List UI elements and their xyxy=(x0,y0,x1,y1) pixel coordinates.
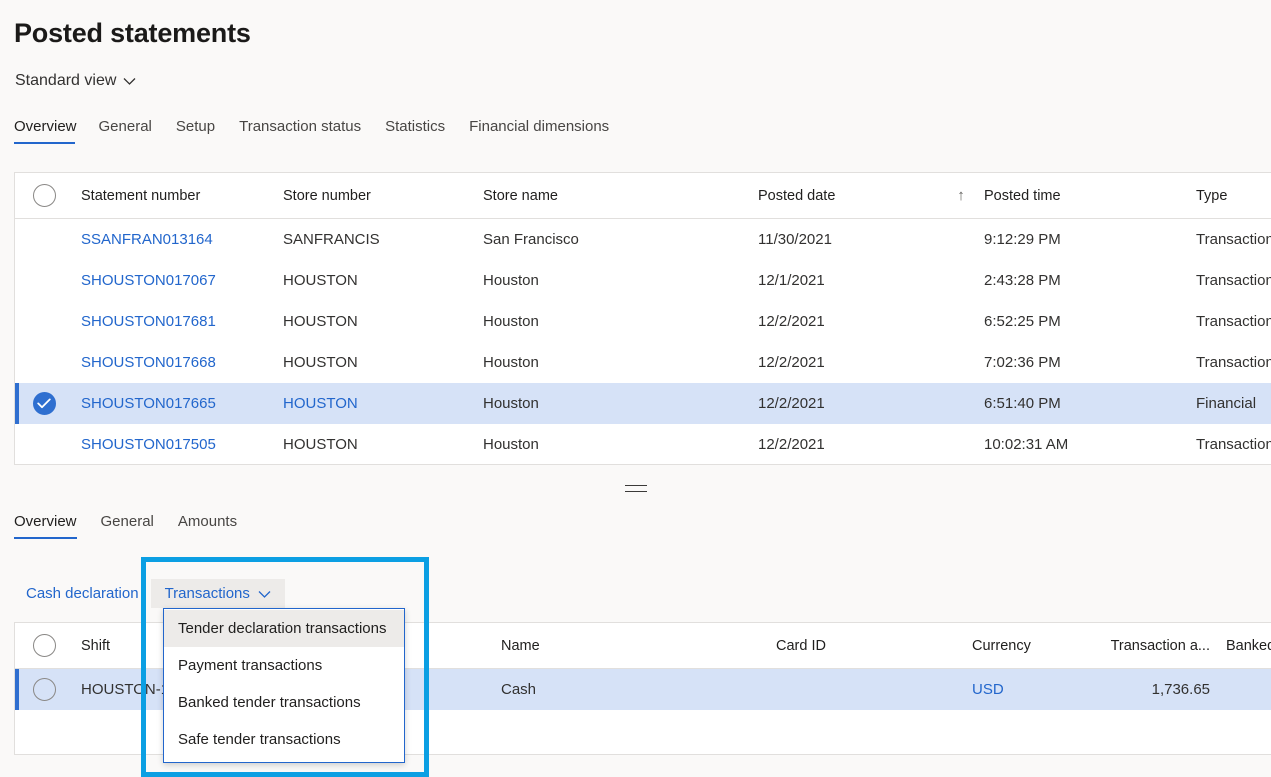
menu-item-tender-declaration-transactions[interactable]: Tender declaration transactions xyxy=(164,610,404,647)
cell-store-number: SANFRANCIS xyxy=(275,231,475,248)
page-title: Posted statements xyxy=(14,18,251,49)
column-header-type[interactable]: Type xyxy=(1188,188,1271,204)
tab-statistics[interactable]: Statistics xyxy=(385,118,469,144)
tab-financial-dimensions[interactable]: Financial dimensions xyxy=(469,118,633,144)
column-header-posted-date[interactable]: Posted date xyxy=(750,188,946,204)
column-header-name[interactable]: Name xyxy=(493,638,768,654)
bottom-tab-general[interactable]: General xyxy=(101,513,178,539)
bottom-tab-overview[interactable]: Overview xyxy=(14,513,101,539)
cell-store-name: Houston xyxy=(475,395,750,412)
tab-transaction-status[interactable]: Transaction status xyxy=(239,118,385,144)
row-select-cell[interactable] xyxy=(15,392,73,415)
column-header-statement-number[interactable]: Statement number xyxy=(73,188,275,204)
cell-statement-number[interactable]: SHOUSTON017681 xyxy=(73,313,275,330)
column-header-store-number[interactable]: Store number xyxy=(275,188,475,204)
cell-statement-number[interactable]: SSANFRAN013164 xyxy=(73,231,275,248)
cell-type: Transactional xyxy=(1188,313,1271,330)
table-row[interactable]: SHOUSTON017681 HOUSTON Houston 12/2/2021… xyxy=(15,301,1271,342)
cell-type: Transactional xyxy=(1188,354,1271,371)
view-selector-label: Standard view xyxy=(15,72,116,90)
column-header-posted-time[interactable]: Posted time xyxy=(976,188,1188,204)
cell-transaction-amount: 1,736.65 xyxy=(1062,681,1218,698)
cell-type: Transactional xyxy=(1188,272,1271,289)
cell-type: Financial xyxy=(1188,395,1271,412)
row-select-cell[interactable] xyxy=(15,678,73,701)
radio-circle-icon[interactable] xyxy=(33,678,56,701)
sort-ascending-icon[interactable]: ↑ xyxy=(946,187,976,204)
detail-command-bar: Cash declaration Transactions xyxy=(14,578,285,608)
cell-store-name: Houston xyxy=(475,354,750,371)
radio-circle-icon[interactable] xyxy=(33,184,56,207)
cell-store-number: HOUSTON xyxy=(275,354,475,371)
transactions-menu-label: Transactions xyxy=(165,585,250,602)
table-row[interactable]: SHOUSTON017668 HOUSTON Houston 12/2/2021… xyxy=(15,342,1271,383)
select-all-cell[interactable] xyxy=(15,184,73,207)
cash-declaration-button[interactable]: Cash declaration xyxy=(14,580,151,607)
view-selector[interactable]: Standard view xyxy=(15,72,136,90)
radio-circle-icon[interactable] xyxy=(33,634,56,657)
cell-store-name: San Francisco xyxy=(475,231,750,248)
cell-posted-date: 12/1/2021 xyxy=(750,272,946,289)
grid-splitter[interactable] xyxy=(0,478,1271,498)
cell-store-number: HOUSTON xyxy=(275,313,475,330)
resize-handle-icon xyxy=(625,485,647,492)
cell-statement-number[interactable]: SHOUSTON017505 xyxy=(73,436,275,453)
cell-posted-time: 10:02:31 AM xyxy=(976,436,1188,453)
cell-posted-time: 6:51:40 PM xyxy=(976,395,1188,412)
chevron-down-icon xyxy=(123,72,136,90)
cell-posted-time: 2:43:28 PM xyxy=(976,272,1188,289)
column-header-banked-amount[interactable]: Banked a xyxy=(1218,638,1271,654)
statements-grid: Statement number Store number Store name… xyxy=(14,172,1271,465)
table-row[interactable]: SHOUSTON017505 HOUSTON Houston 12/2/2021… xyxy=(15,424,1271,465)
cell-posted-date: 12/2/2021 xyxy=(750,395,946,412)
menu-item-banked-tender-transactions[interactable]: Banked tender transactions xyxy=(164,684,404,721)
cell-posted-date: 11/30/2021 xyxy=(750,231,946,248)
transactions-menu-button[interactable]: Transactions xyxy=(151,579,285,608)
select-all-cell[interactable] xyxy=(15,634,73,657)
tab-setup[interactable]: Setup xyxy=(176,118,239,144)
cell-statement-number[interactable]: SHOUSTON017665 xyxy=(73,395,275,412)
table-row[interactable]: SSANFRAN013164 SANFRANCIS San Francisco … xyxy=(15,219,1271,260)
column-header-currency[interactable]: Currency xyxy=(964,638,1062,654)
tab-general[interactable]: General xyxy=(99,118,176,144)
cell-posted-date: 12/2/2021 xyxy=(750,354,946,371)
cell-store-number: HOUSTON xyxy=(275,436,475,453)
cell-posted-time: 6:52:25 PM xyxy=(976,313,1188,330)
cell-statement-number[interactable]: SHOUSTON017067 xyxy=(73,272,275,289)
cell-posted-date: 12/2/2021 xyxy=(750,313,946,330)
column-header-store-name[interactable]: Store name xyxy=(475,188,750,204)
cell-name: Cash xyxy=(493,681,768,698)
statements-grid-header: Statement number Store number Store name… xyxy=(15,173,1271,219)
cell-store-name: Houston xyxy=(475,313,750,330)
cell-type: Transactional xyxy=(1188,436,1271,453)
transactions-dropdown-menu: Tender declaration transactions Payment … xyxy=(163,608,405,763)
cell-posted-date: 12/2/2021 xyxy=(750,436,946,453)
cell-statement-number[interactable]: SHOUSTON017668 xyxy=(73,354,275,371)
cell-store-number: HOUSTON xyxy=(275,395,475,412)
cell-posted-time: 9:12:29 PM xyxy=(976,231,1188,248)
menu-item-payment-transactions[interactable]: Payment transactions xyxy=(164,647,404,684)
chevron-down-icon xyxy=(258,585,271,602)
top-tab-strip: Overview General Setup Transaction statu… xyxy=(14,118,633,144)
cell-store-number: HOUSTON xyxy=(275,272,475,289)
menu-item-safe-tender-transactions[interactable]: Safe tender transactions xyxy=(164,721,404,758)
table-row[interactable]: SHOUSTON017067 HOUSTON Houston 12/1/2021… xyxy=(15,260,1271,301)
cell-store-name: Houston xyxy=(475,436,750,453)
bottom-tab-amounts[interactable]: Amounts xyxy=(178,513,261,539)
cell-currency[interactable]: USD xyxy=(964,681,1062,698)
cell-posted-time: 7:02:36 PM xyxy=(976,354,1188,371)
column-header-card-id[interactable]: Card ID xyxy=(768,638,964,654)
cell-type: Transactional xyxy=(1188,231,1271,248)
bottom-tab-strip: Overview General Amounts xyxy=(14,513,261,539)
column-header-transaction-amount[interactable]: Transaction a... xyxy=(1062,638,1218,654)
tab-overview[interactable]: Overview xyxy=(14,118,99,144)
checkmark-circle-icon[interactable] xyxy=(33,392,56,415)
table-row-selected[interactable]: SHOUSTON017665 HOUSTON Houston 12/2/2021… xyxy=(15,383,1271,424)
cell-store-name: Houston xyxy=(475,272,750,289)
